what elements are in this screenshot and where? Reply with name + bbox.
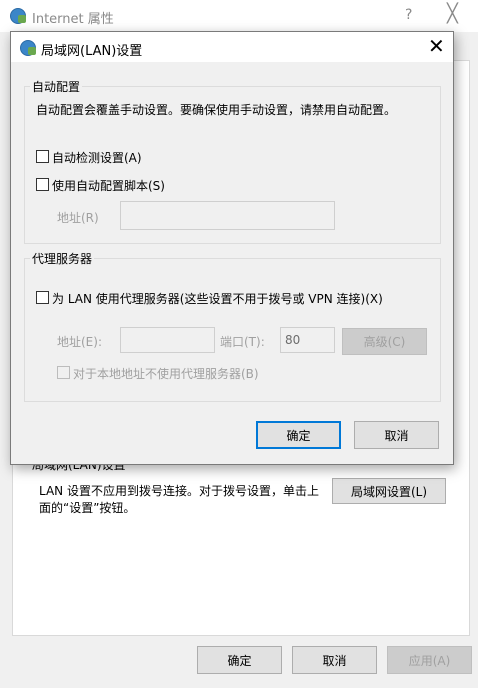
window-title: Internet 属性 xyxy=(32,12,114,27)
proxy-address-label: 地址(E): xyxy=(57,335,102,349)
internet-globe-icon xyxy=(20,40,36,56)
auto-config-group-label: 自动配置 xyxy=(30,78,83,95)
dialog-title-bar: 局域网(LAN)设置 ✕ xyxy=(11,32,453,62)
lan-settings-button[interactable]: 局域网设置(L) xyxy=(332,478,446,504)
auto-config-script-checkbox[interactable] xyxy=(36,178,49,191)
use-proxy-checkbox[interactable] xyxy=(36,291,49,304)
bypass-local-label[interactable]: 对于本地地址不使用代理服务器(B) xyxy=(73,365,259,382)
proxy-address-input[interactable] xyxy=(120,327,215,353)
proxy-port-input[interactable]: 80 xyxy=(280,327,335,353)
internet-globe-icon xyxy=(10,8,26,24)
dialog-title: 局域网(LAN)设置 xyxy=(41,44,143,59)
lan-settings-dialog: 局域网(LAN)设置 ✕ 自动配置 自动配置会覆盖手动设置。要确保使用手动设置，… xyxy=(10,31,454,465)
auto-detect-checkbox[interactable] xyxy=(36,150,49,163)
advanced-button[interactable]: 高级(C) xyxy=(342,328,427,355)
script-address-input[interactable] xyxy=(120,201,335,230)
use-proxy-label[interactable]: 为 LAN 使用代理服务器(这些设置不用于拨号或 VPN 连接)(X) xyxy=(52,290,383,307)
dialog-cancel-button[interactable]: 取消 xyxy=(354,421,439,449)
apply-button[interactable]: 应用(A) xyxy=(387,646,472,674)
lan-info-text: LAN 设置不应用到拨号连接。对于拨号设置，单击上面的“设置”按钮。 xyxy=(39,484,319,515)
title-bar: Internet 属性 ? ╳ xyxy=(0,0,478,32)
script-address-label: 地址(R) xyxy=(57,211,99,225)
auto-config-description: 自动配置会覆盖手动设置。要确保使用手动设置，请禁用自动配置。 xyxy=(36,103,397,117)
bypass-local-checkbox[interactable] xyxy=(57,366,70,379)
dialog-close-button[interactable]: ✕ xyxy=(428,34,445,58)
auto-detect-label[interactable]: 自动检测设置(A) xyxy=(52,149,142,166)
proxy-port-label: 端口(T): xyxy=(220,335,265,349)
help-button[interactable]: ? xyxy=(405,7,412,23)
ok-button[interactable]: 确定 xyxy=(197,646,282,674)
cancel-button[interactable]: 取消 xyxy=(292,646,377,674)
close-button[interactable]: ╳ xyxy=(447,3,458,24)
dialog-ok-button[interactable]: 确定 xyxy=(256,421,341,449)
proxy-server-group-label: 代理服务器 xyxy=(30,250,95,267)
auto-config-script-label[interactable]: 使用自动配置脚本(S) xyxy=(52,177,165,194)
